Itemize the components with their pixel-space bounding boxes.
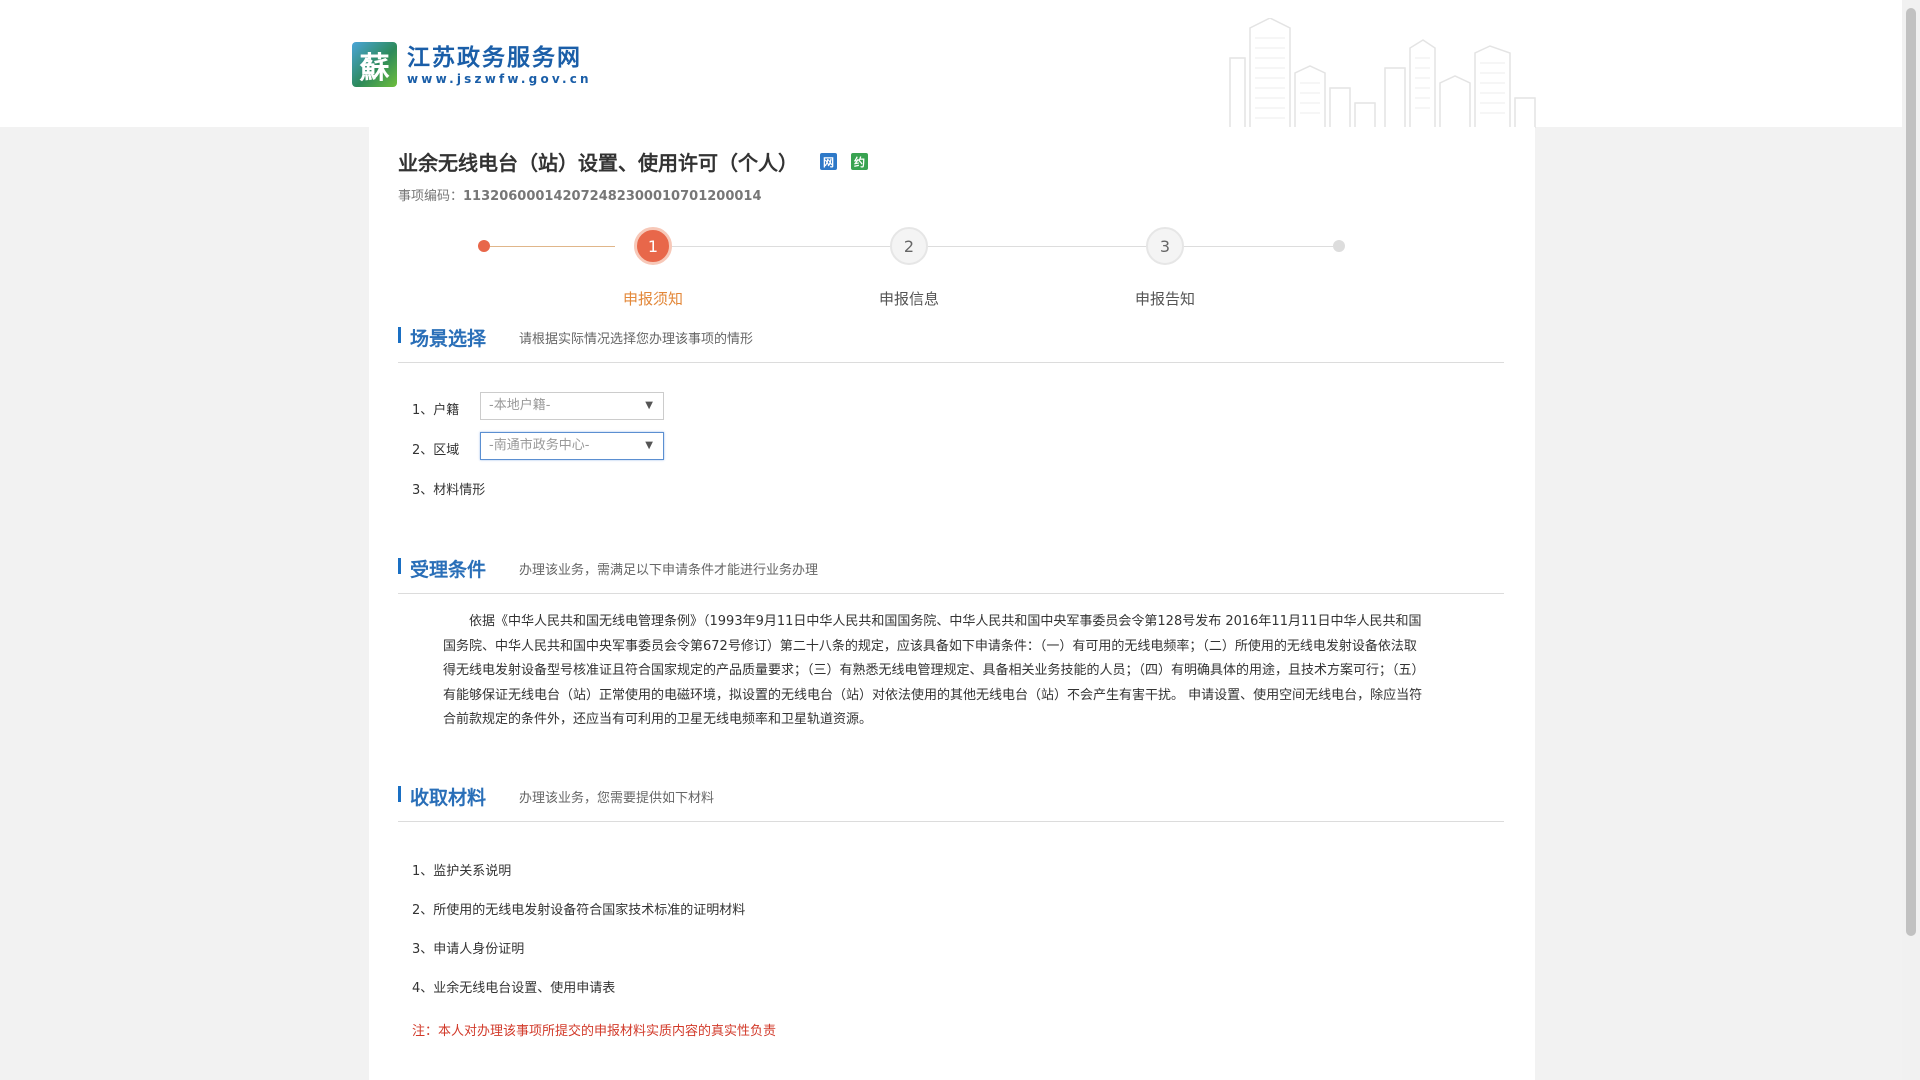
responsibility-note: 注：本人对办理该事项所提交的申报材料实质内容的真实性负责	[412, 1024, 777, 1039]
logo-icon: 蘇	[352, 42, 397, 87]
step-start-dot	[478, 240, 490, 252]
material-item: 3、申请人身份证明	[412, 942, 525, 957]
region-label: 2、区域	[412, 443, 460, 458]
materials-section-desc: 办理该业务，您需要提供如下材料	[519, 791, 715, 806]
site-name: 江苏政务服务网	[407, 44, 582, 71]
conditions-section-title: 受理条件	[410, 559, 487, 581]
household-select-value: -本地户籍-	[489, 398, 551, 413]
step-line	[1184, 246, 1333, 247]
appointment-badge: 约	[851, 153, 868, 170]
household-label: 1、户籍	[412, 403, 460, 418]
page-scrollbar[interactable]	[1902, 0, 1920, 1080]
item-code: 事项编码：11320600014207248230001070120001​4	[398, 185, 762, 204]
step-line-done	[490, 246, 615, 247]
section-accent-bar	[398, 786, 401, 802]
site-header: 蘇 江苏政务服务网 www.jszwfw.gov.cn	[0, 0, 1902, 128]
material-item: 2、所使用的无线电发射设备符合国家技术标准的证明材料	[412, 903, 746, 918]
step-2-circle: 2	[890, 227, 928, 265]
conditions-section-desc: 办理该业务，需满足以下申请条件才能进行业务办理	[519, 563, 819, 578]
item-code-value: 11320600014207248230001070120001​4	[463, 189, 762, 204]
step-line	[928, 246, 1146, 247]
progress-stepper: 1 2 3 申报须知 申报信息 申报告知	[369, 227, 1535, 308]
household-select[interactable]: -本地户籍- ▼	[480, 392, 664, 420]
region-select[interactable]: -南通市政务中心- ▼	[480, 432, 664, 460]
section-accent-bar	[398, 327, 401, 343]
section-divider	[398, 821, 1504, 822]
site-url: www.jszwfw.gov.cn	[407, 71, 592, 86]
material-situation-label: 3、材料情形	[412, 483, 486, 498]
chevron-down-icon: ▼	[645, 400, 653, 411]
step-line	[672, 246, 890, 247]
section-divider	[398, 362, 1504, 363]
region-select-value: -南通市政务中心-	[489, 438, 590, 453]
item-code-label: 事项编码：	[398, 189, 464, 204]
chevron-down-icon: ▼	[645, 440, 653, 451]
step-1-circle: 1	[634, 227, 672, 265]
scene-section-desc: 请根据实际情况选择您办理该事项的情形	[519, 332, 754, 347]
conditions-text: 依据《中华人民共和国无线电管理条例》（1993年9月11日中华人民共和国国务院、…	[443, 614, 1425, 727]
online-badge: 网	[820, 153, 837, 170]
item-title: 业余无线电台（站）设置、使用许可（个人） 网 约	[398, 147, 868, 176]
site-logo[interactable]: 蘇 江苏政务服务网 www.jszwfw.gov.cn	[352, 42, 592, 87]
section-accent-bar	[398, 558, 401, 574]
material-item: 1、监护关系说明	[412, 864, 512, 879]
item-title-text: 业余无线电台（站）设置、使用许可（个人）	[398, 151, 798, 175]
scrollbar-thumb[interactable]	[1906, 8, 1916, 936]
main-content: 业余无线电台（站）设置、使用许可（个人） 网 约 事项编码：1132060001…	[369, 127, 1535, 1080]
step-1-label: 申报须知	[622, 290, 683, 308]
step-3-circle: 3	[1146, 227, 1184, 265]
step-2-label: 申报信息	[878, 290, 939, 308]
step-3-label: 申报告知	[1134, 290, 1195, 308]
step-end-dot	[1333, 240, 1345, 252]
skyline-illustration	[1229, 18, 1536, 128]
materials-section-title: 收取材料	[410, 787, 487, 809]
material-item: 4、业余无线电台设置、使用申请表	[412, 981, 616, 996]
section-divider	[398, 593, 1504, 594]
scene-section-title: 场景选择	[410, 328, 487, 350]
